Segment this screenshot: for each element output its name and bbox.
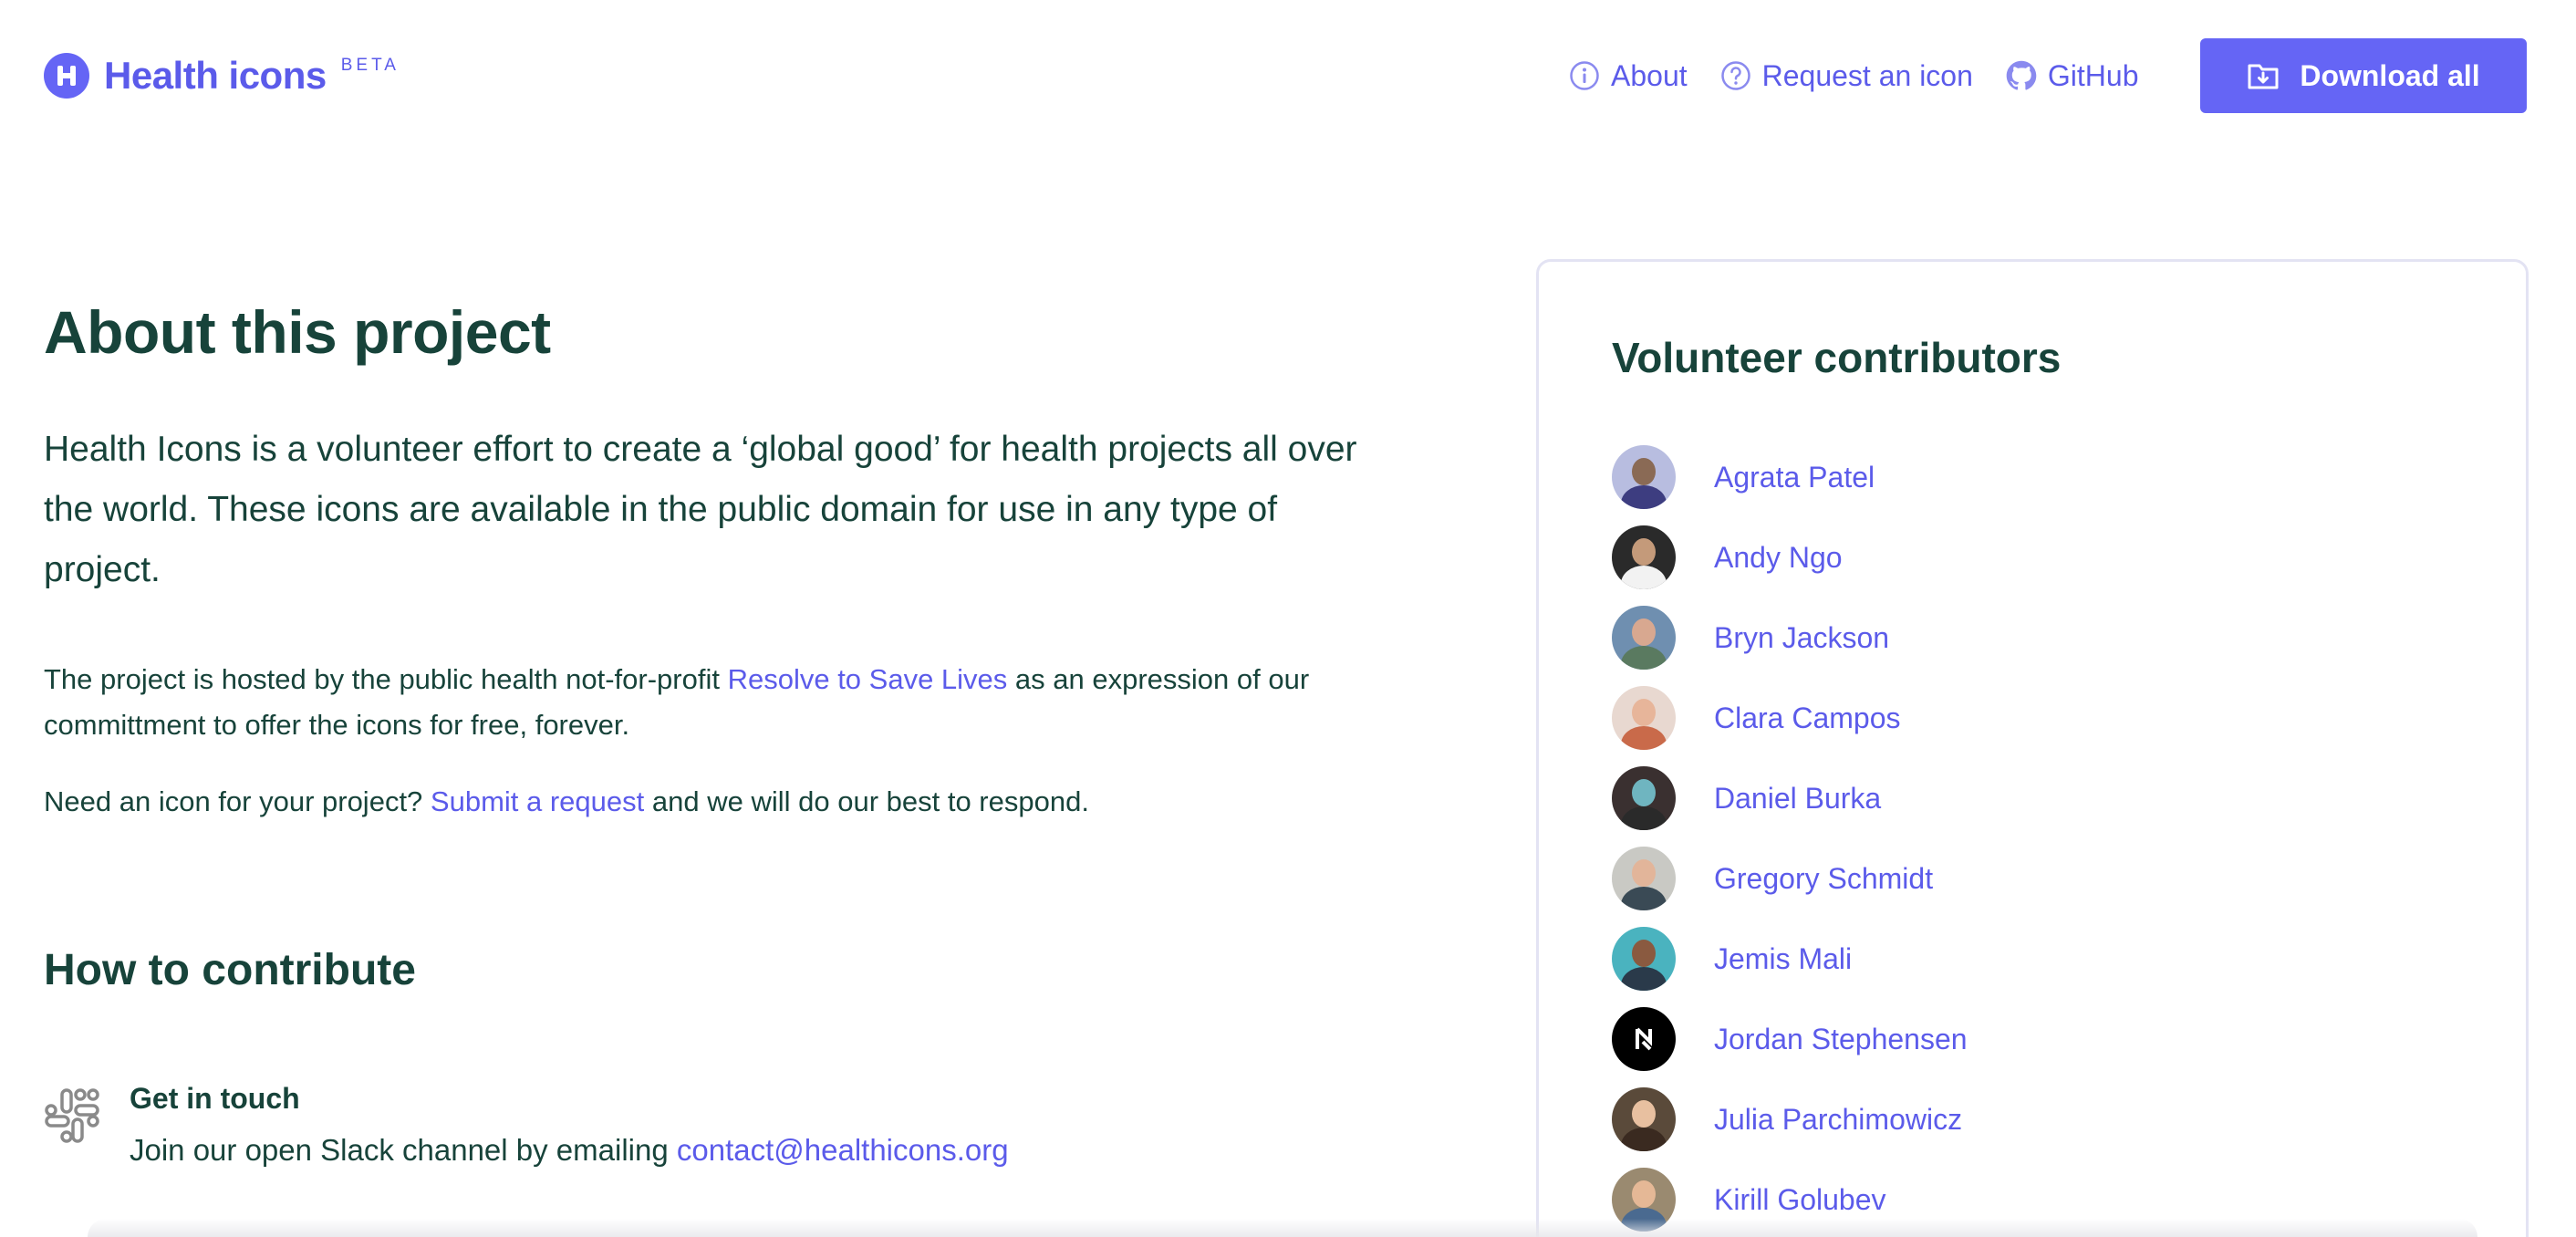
contributor-avatar — [1612, 766, 1676, 830]
nav-request-label: Request an icon — [1761, 58, 1973, 92]
contributor-avatar — [1612, 1007, 1676, 1071]
question-icon — [1720, 61, 1750, 90]
volunteer-contributors-card: Volunteer contributors Agrata Patel Andy … — [1536, 259, 2529, 1237]
contributor-item[interactable]: Andy Ngo — [1612, 517, 1968, 598]
contributor-name-link[interactable]: Julia Parchimowicz — [1714, 1103, 1962, 1137]
contributor-item[interactable]: Gregory Schmidt — [1612, 838, 1968, 919]
contributor-name-link[interactable]: Gregory Schmidt — [1714, 862, 1933, 896]
nav-request-link[interactable]: Request an icon — [1720, 59, 1973, 93]
about-lead-paragraph: Health Icons is a volunteer effort to cr… — [44, 430, 1357, 589]
contributor-avatar — [1612, 606, 1676, 670]
nav-github-label: GitHub — [2047, 58, 2139, 92]
contributor-name-link[interactable]: Jemis Mali — [1714, 942, 1852, 976]
contributor-name-link[interactable]: Daniel Burka — [1714, 782, 1881, 816]
top-nav: About Request an icon GitHub — [1569, 53, 2171, 99]
github-icon — [2006, 60, 2037, 90]
contribute-heading: How to contribute — [44, 946, 416, 994]
bottom-scroll-shadow — [88, 1219, 2477, 1237]
nav-about-link[interactable]: About — [1569, 59, 1688, 93]
contribute-item-text: Get in touch Join our open Slack channel… — [130, 1076, 1009, 1175]
contributors-heading: Volunteer contributors — [1612, 334, 2062, 381]
contributor-name-link[interactable]: Agrata Patel — [1714, 461, 1875, 494]
contributor-item[interactable]: Jordan Stephensen — [1612, 999, 1968, 1079]
contributor-name-link[interactable]: Kirill Golubev — [1714, 1183, 1886, 1217]
contributor-avatar — [1612, 927, 1676, 991]
brand-logo[interactable]: Health icons BETA — [44, 53, 400, 99]
contributor-item[interactable]: Agrata Patel — [1612, 437, 1968, 517]
contribute-item-get-in-touch: Get in touch Join our open Slack channel… — [44, 1076, 1009, 1175]
contributor-item[interactable]: Jemis Mali — [1612, 919, 1968, 999]
request-paragraph: Need an icon for your project? Submit a … — [44, 779, 1430, 825]
hosted-paragraph: The project is hosted by the public heal… — [44, 657, 1430, 748]
download-all-label: Download all — [2300, 58, 2480, 92]
contact-email-link[interactable]: contact@healthicons.org — [677, 1133, 1009, 1167]
contributor-item[interactable]: Clara Campos — [1612, 678, 1968, 758]
contributor-avatar — [1612, 847, 1676, 910]
folder-download-icon — [2248, 64, 2279, 89]
get-in-touch-text: Join our open Slack channel by emailing — [130, 1133, 677, 1167]
health-icons-logo-icon — [44, 53, 89, 99]
brand-name: Health icons — [104, 54, 327, 97]
get-in-touch-heading: Get in touch — [130, 1082, 300, 1115]
contributors-list: Agrata Patel Andy Ngo Bryn Jackson Clara Ca… — [1612, 437, 1968, 1237]
request-text-after: and we will do our best to respond. — [644, 785, 1089, 817]
submit-request-link[interactable]: Submit a request — [431, 785, 644, 817]
contributor-name-link[interactable]: Clara Campos — [1714, 702, 1901, 735]
contributor-avatar — [1612, 445, 1676, 509]
slack-icon — [45, 1088, 99, 1143]
beta-badge: BETA — [340, 56, 400, 75]
hosted-text-before: The project is hosted by the public heal… — [44, 663, 728, 695]
resolve-to-save-lives-link[interactable]: Resolve to Save Lives — [728, 663, 1008, 695]
download-all-button[interactable]: Download all — [2200, 38, 2527, 113]
contributor-name-link[interactable]: Andy Ngo — [1714, 541, 1843, 575]
contributor-avatar — [1612, 525, 1676, 589]
contributor-avatar — [1612, 686, 1676, 750]
page-title: About this project — [44, 298, 551, 366]
contributor-avatar — [1612, 1087, 1676, 1151]
contributor-name-link[interactable]: Jordan Stephensen — [1714, 1023, 1968, 1056]
info-icon — [1570, 61, 1599, 90]
contributor-item[interactable]: Julia Parchimowicz — [1612, 1079, 1968, 1159]
contributor-name-link[interactable]: Bryn Jackson — [1714, 621, 1889, 655]
nav-about-label: About — [1611, 58, 1688, 92]
nav-github-link[interactable]: GitHub — [2006, 58, 2139, 93]
site-header: Health icons BETA About Request an icon … — [0, 0, 2576, 151]
get-in-touch-description: Join our open Slack channel by emailing … — [130, 1126, 1009, 1175]
contributor-item[interactable]: Daniel Burka — [1612, 758, 1968, 838]
request-text-before: Need an icon for your project? — [44, 785, 431, 817]
contributor-item[interactable]: Bryn Jackson — [1612, 598, 1968, 678]
